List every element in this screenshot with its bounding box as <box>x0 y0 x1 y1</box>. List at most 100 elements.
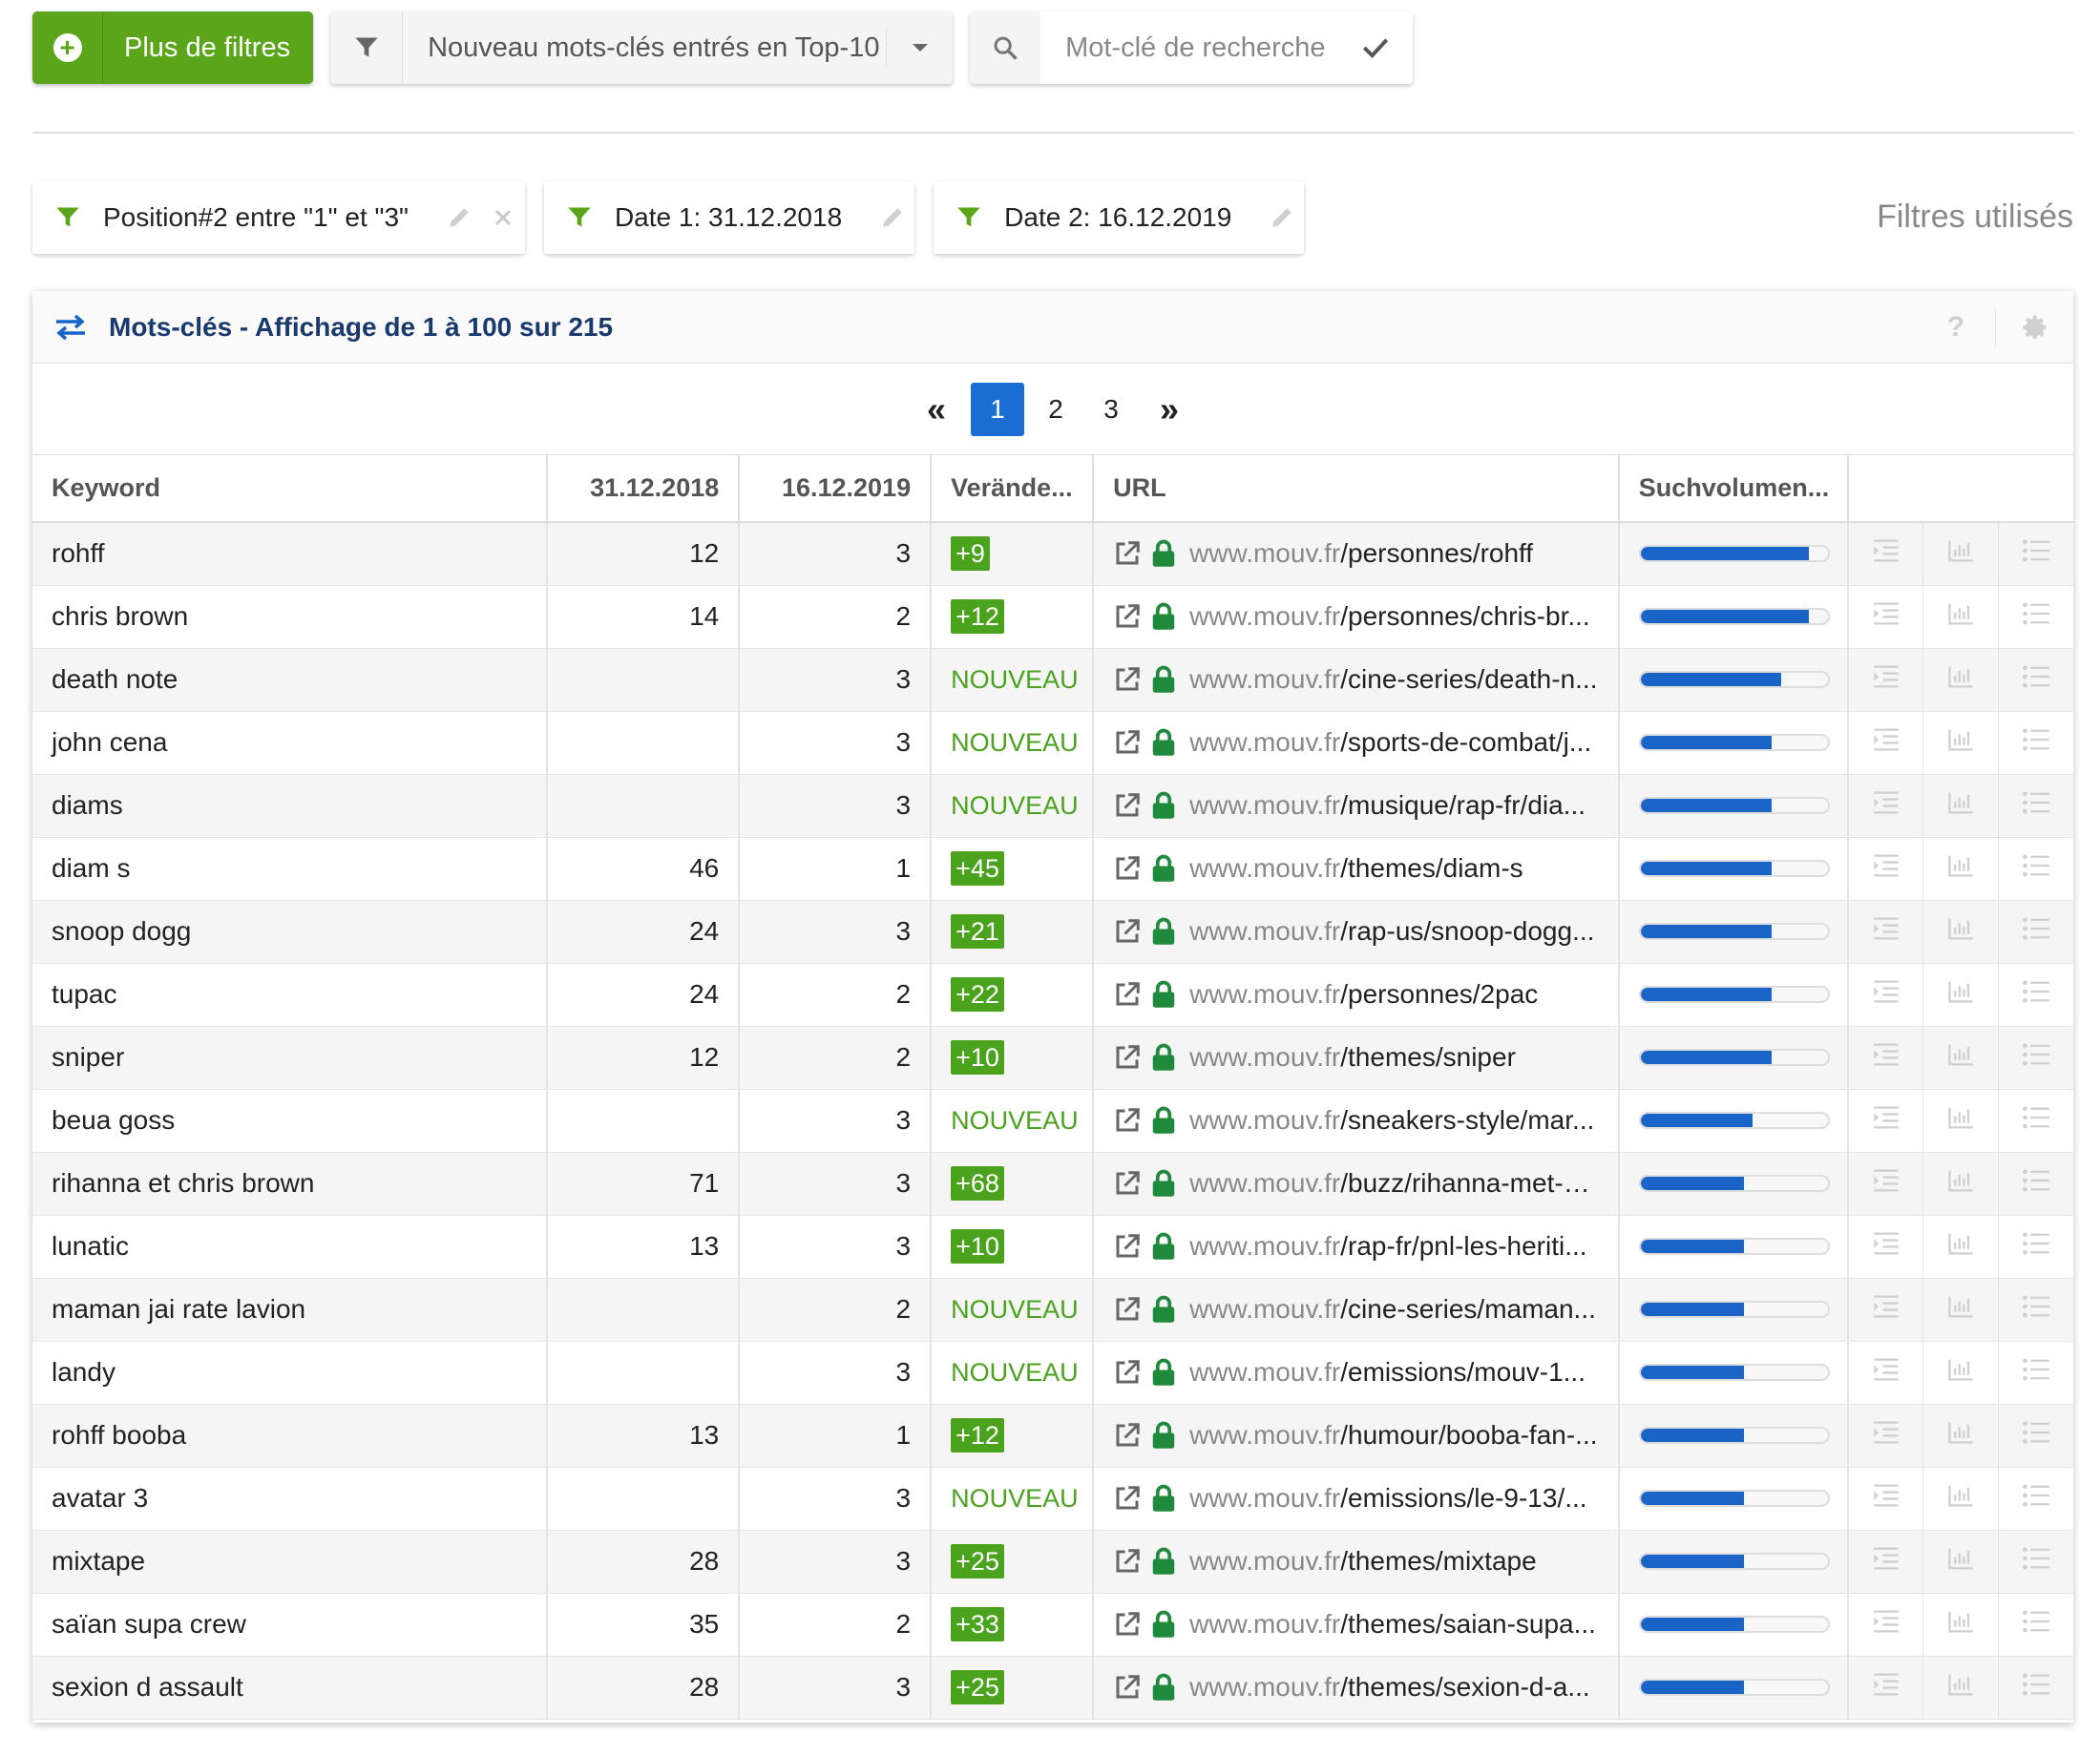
options-list-button[interactable] <box>1998 1152 2073 1216</box>
keyword-cell[interactable]: sniper <box>32 1026 549 1090</box>
external-link-icon[interactable] <box>1113 728 1142 757</box>
keyword-cell[interactable]: diams <box>32 774 549 838</box>
keyword-cell[interactable]: avatar 3 <box>32 1467 549 1531</box>
keyword-cell[interactable]: saïan supa crew <box>32 1593 549 1657</box>
external-link-icon[interactable] <box>1113 1610 1142 1639</box>
options-list-button[interactable] <box>1998 1404 2073 1468</box>
table-row[interactable]: maman jai rate lavion 2 NOUVEAU www.mouv.fr… <box>32 1278 2073 1342</box>
external-link-icon[interactable] <box>1113 980 1142 1009</box>
serp-details-button[interactable] <box>1847 522 1924 586</box>
keyword-cell[interactable]: rohff <box>32 522 549 586</box>
keyword-search-input[interactable] <box>1040 11 1339 84</box>
ranking-chart-button[interactable] <box>1922 522 1999 586</box>
table-row[interactable]: mixtape 28 3 +25 www.mouv.fr/themes/mixtape <box>32 1530 2073 1594</box>
keyword-cell[interactable]: beua goss <box>32 1089 549 1153</box>
ranking-chart-button[interactable] <box>1922 1404 1999 1468</box>
filter-chip-position[interactable]: Position#2 entre "1" et "3" <box>32 181 525 254</box>
ranking-chart-button[interactable] <box>1922 1341 1999 1405</box>
table-row[interactable]: diams 3 NOUVEAU www.mouv.fr/musique/rap-fr/… <box>32 774 2073 838</box>
keyword-cell[interactable]: john cena <box>32 711 549 775</box>
table-row[interactable]: landy 3 NOUVEAU www.mouv.fr/emissions/mouv-… <box>32 1341 2073 1405</box>
url-link[interactable]: www.mouv.fr/personnes/2pac <box>1189 979 1538 1010</box>
ranking-chart-button[interactable] <box>1922 774 1999 838</box>
ranking-chart-button[interactable] <box>1922 1026 1999 1090</box>
url-link[interactable]: www.mouv.fr/cine-series/maman... <box>1189 1294 1596 1325</box>
external-link-icon[interactable] <box>1113 539 1142 568</box>
url-link[interactable]: www.mouv.fr/sneakers-style/mar... <box>1189 1105 1594 1136</box>
options-list-button[interactable] <box>1998 1467 2073 1531</box>
serp-details-button[interactable] <box>1847 648 1924 712</box>
table-row[interactable]: diam s 46 1 +45 www.mouv.fr/themes/diam-s <box>32 837 2073 901</box>
serp-details-button[interactable] <box>1847 711 1924 775</box>
ranking-chart-button[interactable] <box>1922 1152 1999 1216</box>
url-link[interactable]: www.mouv.fr/personnes/chris-br... <box>1189 601 1590 632</box>
keyword-cell[interactable]: chris brown <box>32 585 549 649</box>
ranking-chart-button[interactable] <box>1922 711 1999 775</box>
options-list-button[interactable] <box>1998 711 2073 775</box>
external-link-icon[interactable] <box>1113 1547 1142 1576</box>
external-link-icon[interactable] <box>1113 1295 1142 1324</box>
pencil-icon[interactable] <box>1260 205 1304 230</box>
url-link[interactable]: www.mouv.fr/sports-de-combat/j... <box>1189 727 1591 758</box>
col-search-volume[interactable]: Suchvolumen... <box>1618 455 1849 523</box>
serp-details-button[interactable] <box>1847 1215 1924 1279</box>
table-row[interactable]: sexion d assault 28 3 +25 www.mouv.fr/themes… <box>32 1656 2073 1720</box>
ranking-chart-button[interactable] <box>1922 1656 1999 1720</box>
keyword-cell[interactable]: lunatic <box>32 1215 549 1279</box>
pencil-icon[interactable] <box>871 205 914 230</box>
url-link[interactable]: www.mouv.fr/personnes/rohff <box>1189 538 1533 569</box>
keyword-cell[interactable]: diam s <box>32 837 549 901</box>
more-filters-button[interactable]: + Plus de filtres <box>32 11 314 84</box>
help-icon[interactable]: ? <box>1917 308 1995 346</box>
keyword-cell[interactable]: death note <box>32 648 549 712</box>
ranking-chart-button[interactable] <box>1922 1467 1999 1531</box>
url-link[interactable]: www.mouv.fr/emissions/le-9-13/... <box>1189 1483 1587 1514</box>
keyword-cell[interactable]: maman jai rate lavion <box>32 1278 549 1342</box>
serp-details-button[interactable] <box>1847 900 1924 964</box>
options-list-button[interactable] <box>1998 963 2073 1027</box>
url-link[interactable]: www.mouv.fr/cine-series/death-n... <box>1189 664 1597 695</box>
options-list-button[interactable] <box>1998 585 2073 649</box>
ranking-chart-button[interactable] <box>1922 1215 1999 1279</box>
ranking-chart-button[interactable] <box>1922 963 1999 1027</box>
ranking-chart-button[interactable] <box>1922 1530 1999 1594</box>
serp-details-button[interactable] <box>1847 585 1924 649</box>
col-change[interactable]: Verände... <box>931 455 1095 523</box>
filter-chip-date2[interactable]: Date 2: 16.12.2019 <box>934 181 1305 254</box>
external-link-icon[interactable] <box>1113 1358 1142 1387</box>
table-row[interactable]: rihanna et chris brown 71 3 +68 www.mouv.fr/… <box>32 1152 2073 1216</box>
last-page-button[interactable]: » <box>1143 383 1196 436</box>
table-row[interactable]: avatar 3 3 NOUVEAU www.mouv.fr/emissions/le… <box>32 1467 2073 1531</box>
page-1-button[interactable]: 1 <box>971 382 1024 436</box>
ranking-chart-button[interactable] <box>1922 900 1999 964</box>
keyword-cell[interactable]: landy <box>32 1341 549 1405</box>
options-list-button[interactable] <box>1998 1089 2073 1153</box>
table-row[interactable]: sniper 12 2 +10 www.mouv.fr/themes/sniper <box>32 1026 2073 1090</box>
external-link-icon[interactable] <box>1113 1673 1142 1702</box>
options-list-button[interactable] <box>1998 1593 2073 1657</box>
url-link[interactable]: www.mouv.fr/themes/sniper <box>1189 1042 1516 1073</box>
external-link-icon[interactable] <box>1113 1421 1142 1450</box>
page-2-button[interactable]: 2 <box>1032 383 1080 436</box>
url-link[interactable]: www.mouv.fr/humour/booba-fan-... <box>1189 1420 1597 1451</box>
options-list-button[interactable] <box>1998 522 2073 586</box>
options-list-button[interactable] <box>1998 1278 2073 1342</box>
ranking-chart-button[interactable] <box>1922 585 1999 649</box>
url-link[interactable]: www.mouv.fr/themes/sexion-d-a... <box>1189 1672 1590 1703</box>
ranking-chart-button[interactable] <box>1922 1593 1999 1657</box>
pencil-icon[interactable] <box>437 205 481 230</box>
url-link[interactable]: www.mouv.fr/buzz/rihanna-met-c... <box>1189 1168 1599 1199</box>
external-link-icon[interactable] <box>1113 1169 1142 1198</box>
options-list-button[interactable] <box>1998 1215 2073 1279</box>
keyword-cell[interactable]: rihanna et chris brown <box>32 1152 549 1216</box>
options-list-button[interactable] <box>1998 648 2073 712</box>
keyword-cell[interactable]: sexion d assault <box>32 1656 549 1720</box>
options-list-button[interactable] <box>1998 900 2073 964</box>
first-page-button[interactable]: « <box>910 383 963 436</box>
options-list-button[interactable] <box>1998 1656 2073 1720</box>
external-link-icon[interactable] <box>1113 854 1142 883</box>
table-row[interactable]: saïan supa crew 35 2 +33 www.mouv.fr/themes/… <box>32 1593 2073 1657</box>
serp-details-button[interactable] <box>1847 1089 1924 1153</box>
table-row[interactable]: death note 3 NOUVEAU www.mouv.fr/cine-serie… <box>32 648 2073 712</box>
url-link[interactable]: www.mouv.fr/themes/mixtape <box>1189 1546 1537 1577</box>
